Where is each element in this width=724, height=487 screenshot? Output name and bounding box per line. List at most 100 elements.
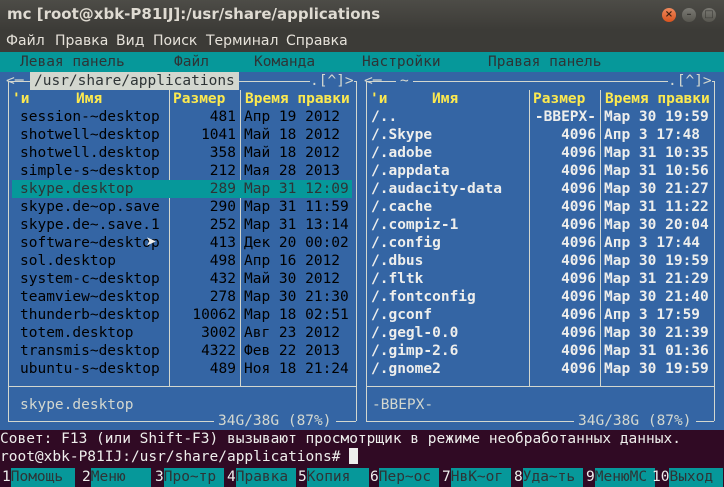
fkey-copy-button[interactable]: 5Копия xyxy=(298,468,369,487)
menu-edit[interactable]: Правка xyxy=(55,33,108,49)
column-header-sort[interactable]: 'и xyxy=(12,90,29,108)
close-window-button[interactable]: × xyxy=(662,8,676,22)
file-size: 481 xyxy=(209,109,236,125)
panel-divider xyxy=(8,386,356,387)
file-row[interactable]: /.compiz-1 4096 Мар 30 20:04 xyxy=(362,216,722,234)
fkey-exit-button[interactable]: 10Выход xyxy=(652,468,724,487)
right-disk-usage: 34G/38G (87%) xyxy=(574,412,696,430)
file-row[interactable]: /.. -ВВЕРХ- Мар 30 19:59 xyxy=(362,108,722,126)
file-size: 4096 xyxy=(561,145,596,161)
column-header-name[interactable]: Имя xyxy=(432,90,458,108)
file-row[interactable]: system-c~desktop 432 Май 30 2012 xyxy=(0,270,360,288)
terminal-area[interactable]: Левая панель Файл Команда Настройки Прав… xyxy=(0,52,724,487)
file-name: /.fontconfig xyxy=(371,289,476,305)
file-size: 432 xyxy=(209,271,236,287)
file-row[interactable]: skype.de~.save.1 252 Мар 31 13:14 xyxy=(0,216,360,234)
panel-nav-left[interactable]: <─ xyxy=(364,72,381,90)
mc-menu-left-panel[interactable]: Левая панель xyxy=(20,54,125,70)
menu-file[interactable]: Файл xyxy=(6,33,45,49)
title-bar[interactable]: mc [root@xbk-P81IJ]:/usr/share/applicati… xyxy=(0,0,724,30)
column-header-name[interactable]: Имя xyxy=(76,90,102,108)
file-time: Мар 30 21:40 xyxy=(604,289,709,305)
left-panel[interactable]: <─ /usr/share/applications .[^]> 'и Имя … xyxy=(0,72,362,430)
fkey-mkdir-button[interactable]: 7НвК~ог xyxy=(442,468,511,487)
file-row[interactable]: /.fltk 4096 Мар 31 21:29 xyxy=(362,270,722,288)
file-row[interactable]: ubuntu-s~desktop 489 Ноя 18 21:24 xyxy=(0,360,360,378)
file-row[interactable]: simple-s~desktop 212 Мая 28 2013 xyxy=(0,162,360,180)
file-row[interactable]: /.audacity-data 4096 Мар 30 21:27 xyxy=(362,180,722,198)
file-row[interactable]: /.cache 4096 Мар 31 11:22 xyxy=(362,198,722,216)
fkey-edit-button[interactable]: 4Правка xyxy=(227,468,296,487)
maximize-icon: □ xyxy=(704,9,714,20)
mc-menu-file[interactable]: Файл xyxy=(174,54,209,70)
file-size: 358 xyxy=(209,145,236,161)
file-name: transmis~desktop xyxy=(20,343,160,359)
right-panel-corner[interactable]: .[^]> xyxy=(668,72,712,90)
file-row[interactable]: /.fontconfig 4096 Мар 30 21:40 xyxy=(362,288,722,306)
file-time: Мар 30 21:27 xyxy=(604,181,709,197)
menu-search[interactable]: Поиск xyxy=(153,33,197,49)
mc-menu-command[interactable]: Команда xyxy=(254,54,315,70)
column-header-size[interactable]: Размер xyxy=(533,90,585,108)
file-row[interactable]: teamview~desktop 278 Мар 30 21:30 xyxy=(0,288,360,306)
fkey-view-button[interactable]: 3Про~тр xyxy=(155,468,224,487)
file-row[interactable]: session-~desktop 481 Апр 19 2012 xyxy=(0,108,360,126)
column-header-sort[interactable]: 'и xyxy=(370,90,387,108)
menu-help[interactable]: Справка xyxy=(286,33,348,49)
file-time: Мар 31 21:29 xyxy=(604,271,709,287)
menu-view[interactable]: Вид xyxy=(116,33,144,49)
file-row[interactable]: sol.desktop 498 Апр 16 2012 xyxy=(0,252,360,270)
file-row[interactable]: software~desktop 413 Дек 20 00:02 xyxy=(0,234,360,252)
file-row[interactable]: /.adobe 4096 Мар 31 10:35 xyxy=(362,144,722,162)
file-row[interactable]: transmis~desktop 4322 Фев 22 2013 xyxy=(0,342,360,360)
file-row[interactable]: /.Skype 4096 Апр 3 17:48 xyxy=(362,126,722,144)
left-panel-corner[interactable]: .[^]> xyxy=(310,72,354,90)
file-row[interactable]: /.config 4096 Апр 3 17:44 xyxy=(362,234,722,252)
left-panel-path: /usr/share/applications xyxy=(30,72,239,90)
file-row[interactable]: /.gnome2 4096 Мар 30 19:59 xyxy=(362,360,722,378)
fkey-help-button[interactable]: 1Помощь xyxy=(2,468,75,487)
file-time: Мар 30 21:30 xyxy=(244,289,349,305)
window-title: mc [root@xbk-P81IJ]:/usr/share/applicati… xyxy=(7,5,381,23)
file-time: Мар 30 21:39 xyxy=(604,325,709,341)
file-name: session-~desktop xyxy=(20,109,160,125)
file-row[interactable]: /.dbus 4096 Мар 30 19:59 xyxy=(362,252,722,270)
file-size: -ВВЕРХ- xyxy=(534,109,596,125)
file-size: 4096 xyxy=(561,289,596,305)
file-row[interactable]: skype.desktop 289 Мар 31 12:09 xyxy=(12,180,352,198)
left-disk-usage: 34G/38G (87%) xyxy=(214,412,336,430)
panel-divider xyxy=(366,386,714,387)
command-line[interactable]: root@xbk-P81IJ:/usr/share/applications# xyxy=(0,448,724,466)
column-header-time[interactable]: Время правки xyxy=(245,90,350,108)
file-size: 3002 xyxy=(201,325,236,341)
file-time: Мар 31 01:36 xyxy=(604,343,709,359)
maximize-window-button[interactable]: □ xyxy=(702,8,716,22)
fkey-menumc-button[interactable]: 9МенюMC xyxy=(586,468,655,487)
right-panel[interactable]: <─ ~ .[^]> 'и Имя Размер Время правки /.… xyxy=(362,72,724,430)
file-row[interactable]: /.appdata 4096 Мар 31 10:56 xyxy=(362,162,722,180)
file-row[interactable]: /.gegl-0.0 4096 Мар 30 21:39 xyxy=(362,324,722,342)
file-name: /.. xyxy=(371,109,398,125)
fkey-move-button[interactable]: 6Пер~ос xyxy=(370,468,439,487)
minimize-window-button[interactable]: – xyxy=(682,8,696,22)
mc-menu-right-panel[interactable]: Правая панель xyxy=(488,54,602,70)
file-row[interactable]: shotwell~desktop 1041 Май 18 2012 xyxy=(0,126,360,144)
file-row[interactable]: totem.desktop 3002 Авг 23 2012 xyxy=(0,324,360,342)
file-row[interactable]: skype.de~op.save 290 Мар 31 11:59 xyxy=(0,198,360,216)
menu-terminal[interactable]: Терминал xyxy=(206,33,278,49)
file-row[interactable]: thunderb~desktop 10062 Мар 18 02:51 xyxy=(0,306,360,324)
panel-nav-left[interactable]: <─ xyxy=(6,72,23,90)
file-row[interactable]: /.gimp-2.6 4096 Мар 31 01:36 xyxy=(362,342,722,360)
fkey-delete-button[interactable]: 8Уда~ть xyxy=(514,468,583,487)
left-mini-status: skype.desktop xyxy=(20,397,134,413)
file-size: 212 xyxy=(209,163,236,179)
mc-menu-options[interactable]: Настройки xyxy=(362,54,441,70)
file-row[interactable]: shotwell.desktop 358 Май 18 2012 xyxy=(0,144,360,162)
file-name: teamview~desktop xyxy=(20,289,160,305)
column-header-time[interactable]: Время правки xyxy=(605,90,710,108)
fkey-menu-button[interactable]: 2Меню xyxy=(82,468,151,487)
column-header-size[interactable]: Размер xyxy=(173,90,225,108)
file-name: simple-s~desktop xyxy=(20,163,160,179)
file-time: Дек 20 00:02 xyxy=(244,235,349,251)
file-row[interactable]: /.gconf 4096 Апр 3 17:59 xyxy=(362,306,722,324)
